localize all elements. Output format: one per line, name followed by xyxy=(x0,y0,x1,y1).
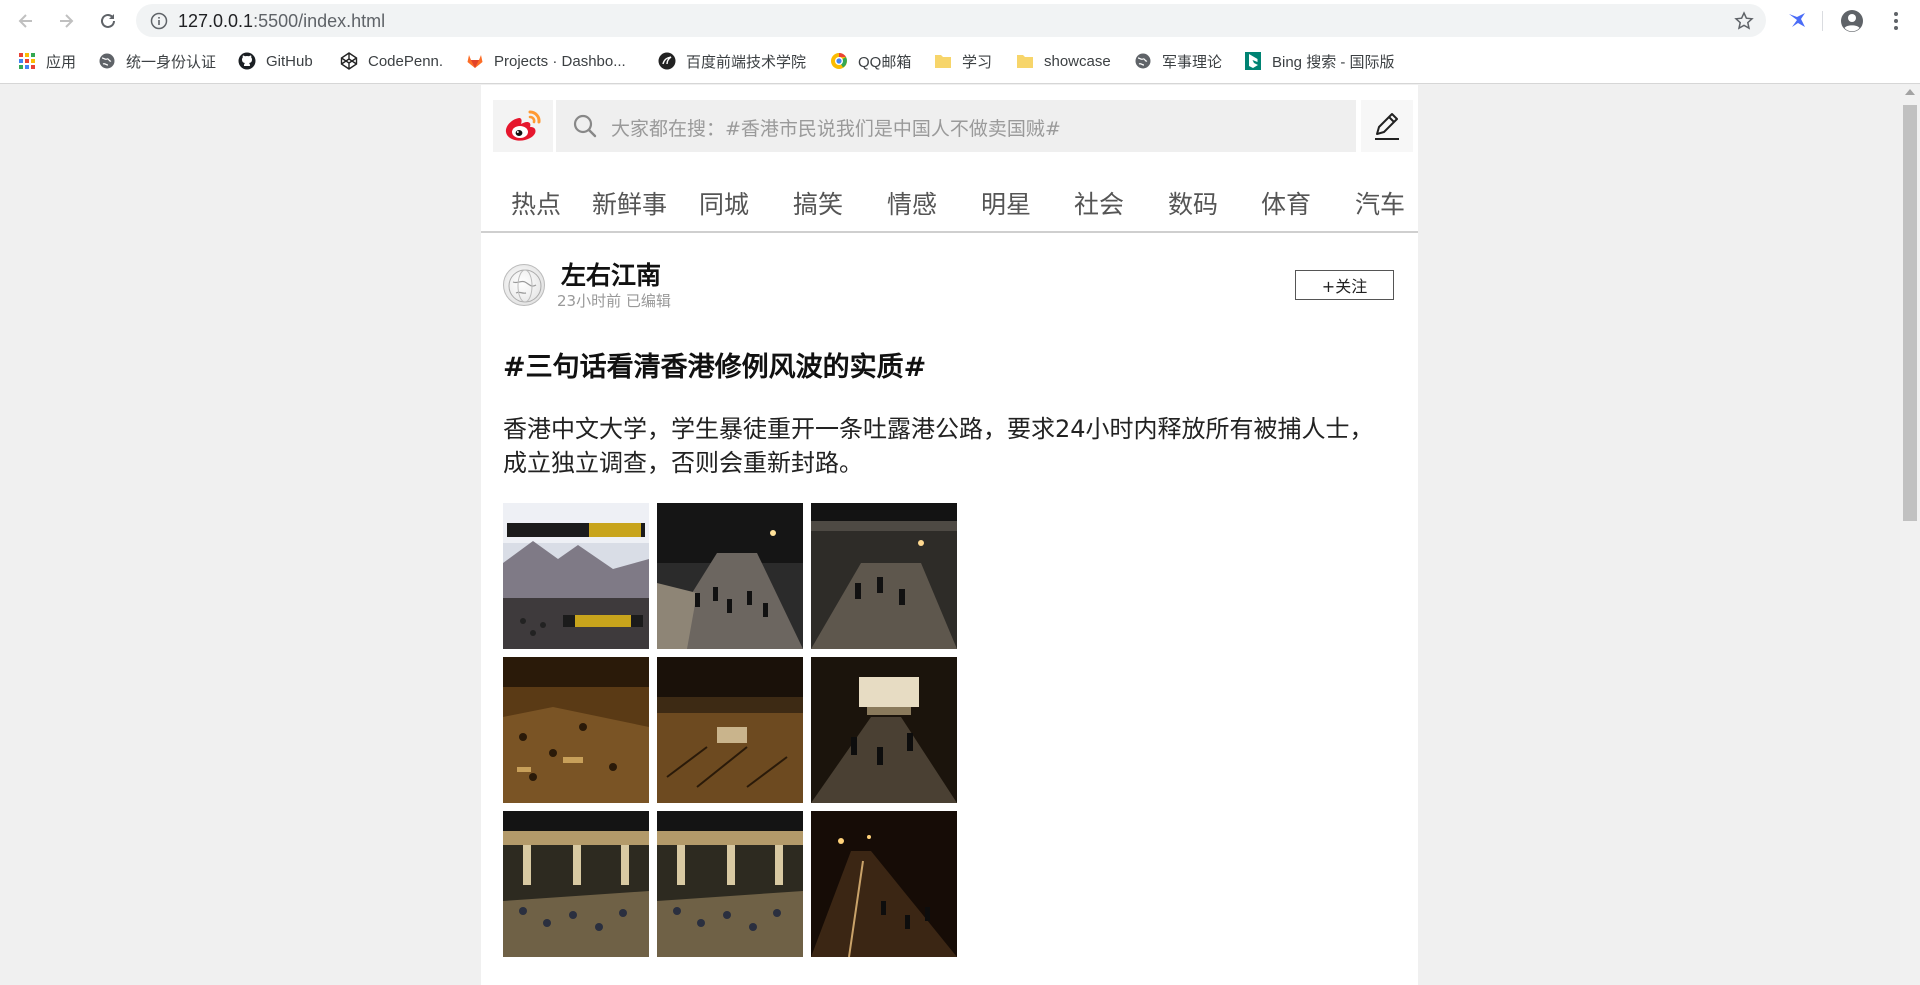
bookmark-label: 百度前端技术学院 xyxy=(686,53,807,71)
forward-arrow-icon xyxy=(60,14,74,28)
category-tabs: 热点 新鲜事 同城 搞笑 情感 明星 社会 数码 体育 汽车 xyxy=(481,185,1418,233)
bookmark-label: QQ邮箱 xyxy=(858,53,912,71)
post-photo[interactable] xyxy=(811,503,957,649)
post-photo[interactable] xyxy=(657,657,803,803)
bookmark-label: 统一身份认证 xyxy=(126,53,217,71)
codepen-icon xyxy=(340,52,358,70)
search-placeholder: 大家都在搜：#香港市民说我们是中国人不做卖国贼# xyxy=(611,118,1061,140)
info-icon[interactable] xyxy=(150,12,168,30)
bookmark-label: 应用 xyxy=(46,53,77,71)
post-photo[interactable] xyxy=(811,657,957,803)
bookmark-label: 军事理论 xyxy=(1162,53,1223,71)
weibo-logo-icon xyxy=(505,110,541,141)
account-circle-icon xyxy=(1841,10,1863,32)
apps-grid-icon xyxy=(18,52,36,70)
scrollbar-thumb[interactable] xyxy=(1903,105,1917,521)
globe-avatar-icon xyxy=(508,269,542,303)
tab-local[interactable]: 同城 xyxy=(699,185,749,221)
browser-toolbar: 127.0.0.1:5500/index.html xyxy=(0,0,1920,42)
bookmark-gitlab[interactable]: Projects · Dashbo... xyxy=(466,50,626,72)
tab-emotion[interactable]: 情感 xyxy=(887,185,937,221)
follow-button[interactable]: +关注 xyxy=(1295,270,1394,300)
reload-icon xyxy=(101,13,115,28)
reload-button[interactable] xyxy=(96,9,120,33)
page-viewport: 大家都在搜：#香港市民说我们是中国人不做卖国贼# 热点 新鲜事 同城 搞笑 情感… xyxy=(0,85,1900,985)
page-scrollbar[interactable] xyxy=(1900,85,1920,985)
tab-digital[interactable]: 数码 xyxy=(1168,185,1218,221)
extension-bird-icon xyxy=(1789,13,1805,27)
search-header: 大家都在搜：#香港市民说我们是中国人不做卖国贼# xyxy=(481,100,1418,152)
author-name[interactable]: 左右江南 xyxy=(561,256,661,292)
gitlab-icon xyxy=(466,52,484,70)
post-photo[interactable] xyxy=(657,811,803,957)
browser-chrome: 127.0.0.1:5500/index.html 应用 统一身份认证 GitH… xyxy=(0,0,1920,84)
post-photo[interactable] xyxy=(503,811,649,957)
back-button[interactable] xyxy=(14,9,38,33)
scroll-up-arrow-icon[interactable] xyxy=(1905,89,1915,95)
post-meta: 23小时前 已编辑 xyxy=(557,292,671,310)
bookmark-label: showcase xyxy=(1044,52,1111,70)
post-headline[interactable]: #三句话看清香港修例风波的实质# xyxy=(503,345,926,384)
bookmark-qqmail[interactable]: QQ邮箱 xyxy=(830,50,911,72)
bookmarks-bar: 应用 统一身份认证 GitHub CodePenn. Projects · Da… xyxy=(0,46,1920,76)
feed-card: 大家都在搜：#香港市民说我们是中国人不做卖国贼# 热点 新鲜事 同城 搞笑 情感… xyxy=(481,85,1418,985)
bookmark-folder-showcase[interactable]: showcase xyxy=(1016,50,1111,72)
bookmark-label: 学习 xyxy=(962,53,993,71)
github-icon xyxy=(238,52,256,70)
bookmark-github[interactable]: GitHub xyxy=(238,50,313,72)
baidu-ife-icon xyxy=(658,52,676,70)
pencil-icon xyxy=(1375,113,1399,140)
folder-icon xyxy=(934,52,952,70)
folder-icon xyxy=(1016,52,1034,70)
bookmark-label: Bing 搜索 - 国际版 xyxy=(1272,53,1395,71)
url-text: 127.0.0.1:5500/index.html xyxy=(178,11,385,32)
bookmark-apps[interactable]: 应用 xyxy=(18,50,76,72)
url-path: :5500/index.html xyxy=(253,11,386,31)
back-arrow-icon xyxy=(18,14,32,28)
more-vert-icon xyxy=(1894,12,1898,30)
tab-new[interactable]: 新鲜事 xyxy=(592,185,667,221)
tab-sports[interactable]: 体育 xyxy=(1261,185,1311,221)
bookmark-label: Projects · Dashbo... xyxy=(494,52,626,70)
search-input[interactable]: 大家都在搜：#香港市民说我们是中国人不做卖国贼# xyxy=(556,100,1356,152)
address-bar[interactable]: 127.0.0.1:5500/index.html xyxy=(136,4,1766,37)
bookmark-military[interactable]: 军事理论 xyxy=(1134,50,1222,72)
bookmark-star-icon[interactable] xyxy=(1734,11,1754,31)
post-author: 左右江南 23小时前 已编辑 +关注 xyxy=(481,255,1418,315)
compose-button[interactable] xyxy=(1361,100,1413,152)
post-photo[interactable] xyxy=(811,811,957,957)
profile-button[interactable] xyxy=(1840,9,1864,37)
bookmark-ife[interactable]: 百度前端技术学院 xyxy=(658,50,806,72)
search-icon xyxy=(573,114,597,138)
post-photo[interactable] xyxy=(503,657,649,803)
tab-funny[interactable]: 搞笑 xyxy=(793,185,843,221)
tab-celebrity[interactable]: 明星 xyxy=(981,185,1031,221)
bookmark-folder-study[interactable]: 学习 xyxy=(934,50,992,72)
extension-button[interactable] xyxy=(1786,9,1808,35)
bookmark-label: CodePenn. xyxy=(368,52,444,70)
tab-auto[interactable]: 汽车 xyxy=(1355,185,1405,221)
globe-icon xyxy=(1134,52,1152,70)
post-body: 香港中文大学，学生暴徒重开一条吐露港公路，要求24小时内释放所有被捕人士，成立独… xyxy=(503,415,1374,477)
bing-icon xyxy=(1244,52,1262,70)
browser-menu-button[interactable] xyxy=(1884,9,1908,37)
post-photo[interactable] xyxy=(503,503,649,649)
qq-mail-icon xyxy=(830,52,848,70)
tab-hot[interactable]: 热点 xyxy=(511,185,561,221)
bookmark-auth[interactable]: 统一身份认证 xyxy=(98,50,216,72)
globe-icon xyxy=(98,52,116,70)
bookmark-codepen[interactable]: CodePenn. xyxy=(340,50,443,72)
forward-button[interactable] xyxy=(54,9,78,33)
bookmark-bing[interactable]: Bing 搜索 - 国际版 xyxy=(1244,50,1395,72)
post-photo[interactable] xyxy=(657,503,803,649)
url-host: 127.0.0.1 xyxy=(178,11,254,31)
weibo-logo[interactable] xyxy=(493,100,553,152)
bookmark-label: GitHub xyxy=(266,52,313,70)
tab-society[interactable]: 社会 xyxy=(1074,185,1124,221)
toolbar-divider xyxy=(1822,11,1823,31)
avatar[interactable] xyxy=(503,264,545,306)
